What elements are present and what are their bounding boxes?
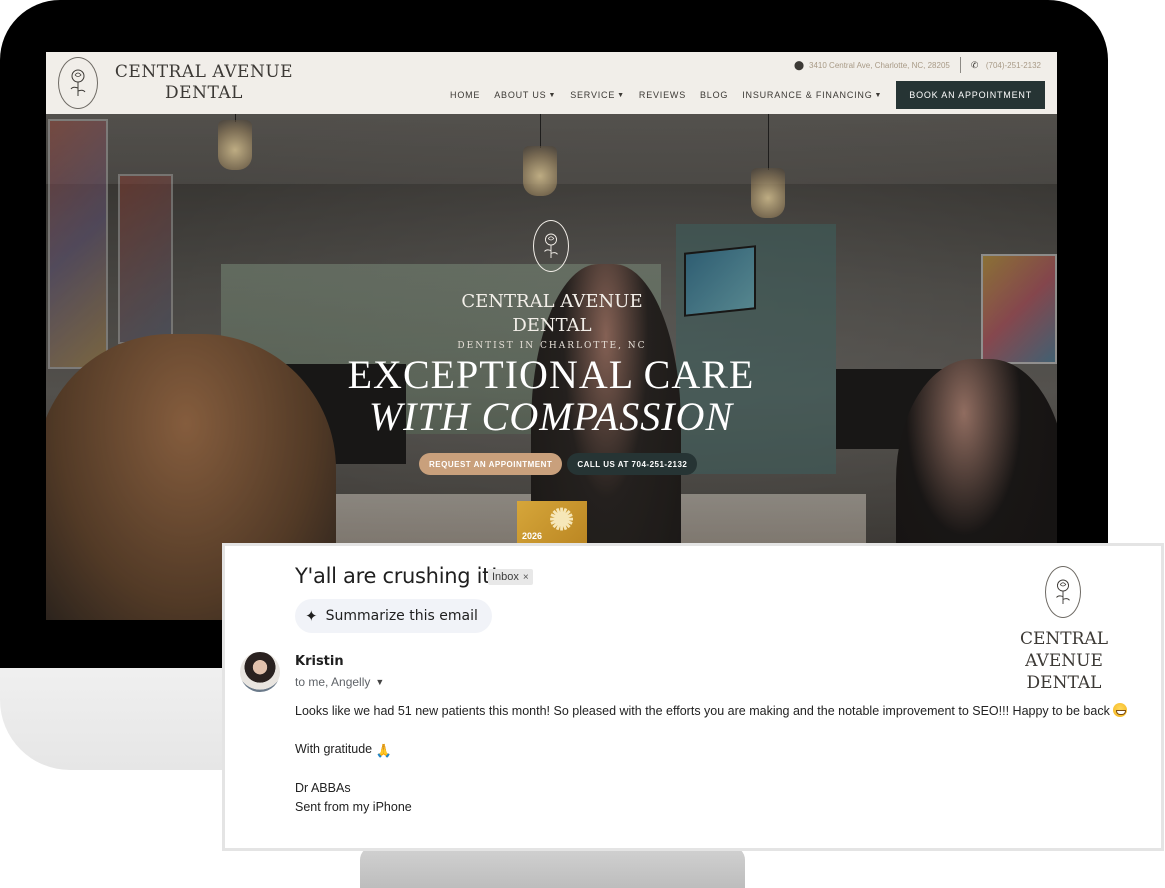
nav-home[interactable]: HOME [450, 90, 480, 100]
folded-hands-icon: 🙏 [375, 743, 392, 758]
recipients-text: to me, Angelly [295, 675, 371, 689]
nav-reviews[interactable]: REVIEWS [639, 90, 686, 100]
monitor-stand [360, 846, 745, 888]
logo-line2: DENTAL [165, 83, 243, 103]
book-appointment-button[interactable]: BOOK AN APPOINTMENT [896, 81, 1045, 109]
nav-home-label: HOME [450, 90, 481, 100]
chevron-down-icon: ▼ [548, 91, 557, 99]
body-sent-from: Sent from my iPhone [295, 800, 412, 814]
main-nav: HOME ABOUT US ▼ SERVICE ▼ REVIEWS BLOG I… [450, 81, 1045, 109]
email-rose-logo-icon [1045, 566, 1081, 618]
recipients-line[interactable]: to me, Angelly ▼ [295, 675, 384, 689]
logo-line1: CENTRAL AVENUE [114, 62, 294, 82]
body-signature: Dr ABBAs [295, 781, 351, 795]
phone-link[interactable]: (704)-251-2132 [986, 61, 1041, 70]
email-logo-line2: DENTAL [1026, 673, 1102, 693]
hero-subtitle: DENTIST IN CHARLOTTE, NC [457, 341, 647, 351]
request-appointment-button[interactable]: REQUEST AN APPOINTMENT [419, 453, 563, 475]
email-body: Looks like we had 51 new patients this m… [295, 702, 1155, 817]
call-us-button[interactable]: CALL US AT 704-251-2132 [567, 453, 698, 475]
nav-blog[interactable]: BLOG [700, 90, 728, 100]
hero-title: EXCEPTIONAL CARE WITH COMPASSION [296, 354, 806, 438]
body-paragraph-1: Looks like we had 51 new patients this m… [295, 702, 1155, 721]
summarize-email-button[interactable]: ✦ Summarize this email [295, 599, 492, 633]
hero-logo-line1: CENTRAL AVENUE [461, 291, 643, 312]
hero-logo-line2: DENTAL [512, 315, 592, 336]
nav-insurance-label: INSURANCE & FINANCING [742, 90, 873, 100]
close-icon[interactable]: × [523, 572, 529, 583]
hero-title-line2: WITH COMPASSION [368, 394, 734, 439]
sender-name[interactable]: Kristin [295, 654, 344, 669]
rose-icon [70, 69, 86, 96]
hero-buttons: REQUEST AN APPOINTMENT CALL US AT 704-25… [419, 453, 698, 475]
email-card: Y'all are crushing it! Inbox × ✦ Summari… [222, 543, 1164, 851]
grinning-face-icon [1113, 703, 1128, 717]
contact-bar: ⬤ 3410 Central Ave, Charlotte, NC, 28205… [794, 57, 1041, 73]
nav-insurance-financing[interactable]: INSURANCE & FINANCING ▼ [742, 90, 882, 100]
body-line-2: With gratitude [295, 742, 373, 756]
rose-icon [544, 233, 558, 258]
body-paragraph-2: With gratitude 🙏 [295, 740, 1155, 760]
email-brand-logo: CENTRAL AVENUE DENTAL [981, 628, 1147, 694]
award-year: 2026 [522, 531, 543, 541]
sender-avatar[interactable] [240, 652, 280, 692]
nav-reviews-label: REVIEWS [638, 90, 686, 100]
rose-logo-icon[interactable] [58, 57, 98, 109]
email-logo-line1: CENTRAL AVENUE [1020, 629, 1108, 671]
summarize-label: Summarize this email [325, 608, 478, 624]
nav-blog-label: BLOG [700, 90, 729, 100]
nav-service-label: SERVICE [570, 90, 616, 100]
phone-icon: ✆ [970, 59, 979, 70]
nav-service[interactable]: SERVICE ▼ [570, 90, 625, 100]
contact-divider [959, 57, 961, 73]
nav-about-us[interactable]: ABOUT US ▼ [494, 90, 556, 100]
address-link[interactable]: 3410 Central Ave, Charlotte, NC, 28205 [809, 61, 950, 70]
hero-rose-icon [533, 220, 569, 272]
body-line-1: Looks like we had 51 new patients this m… [295, 704, 1110, 718]
hero-logo: CENTRAL AVENUE DENTAL [421, 290, 683, 338]
inbox-label: Inbox [492, 571, 519, 583]
sparkle-icon: ✦ [305, 607, 318, 625]
caret-down-icon[interactable]: ▼ [375, 677, 384, 687]
chevron-down-icon: ▼ [874, 91, 883, 99]
nav-about-label: ABOUT US [494, 90, 547, 100]
chevron-down-icon: ▼ [617, 91, 625, 99]
site-header: CENTRAL AVENUE DENTAL ⬤ 3410 Central Ave… [46, 52, 1057, 114]
map-pin-icon: ⬤ [794, 59, 805, 70]
hero-title-line1: EXCEPTIONAL CARE [347, 352, 755, 397]
website-screen: CENTRAL AVENUE DENTAL ⬤ 3410 Central Ave… [46, 52, 1057, 620]
inbox-label-chip[interactable]: Inbox × [488, 569, 533, 585]
email-subject: Y'all are crushing it! [295, 564, 499, 588]
site-logo[interactable]: CENTRAL AVENUE DENTAL [104, 62, 304, 104]
rose-icon [1056, 579, 1070, 604]
